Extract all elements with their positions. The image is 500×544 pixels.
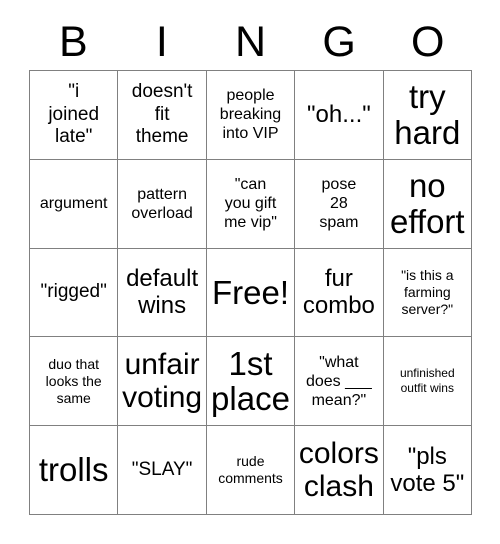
bingo-cell-b5[interactable]: trolls [30, 426, 119, 515]
bingo-cell-b3[interactable]: "rigged" [30, 248, 119, 338]
bingo-cell-i3[interactable]: default wins [118, 248, 207, 338]
bingo-cell-text: rude comments [218, 453, 283, 487]
bingo-cell-i2[interactable]: pattern overload [118, 159, 207, 249]
bingo-cell-n4[interactable]: 1st place [206, 337, 296, 427]
bingo-cell-o5[interactable]: "pls vote 5" [383, 426, 472, 515]
bingo-cell-b2[interactable]: argument [30, 159, 119, 249]
bingo-cell-text: default wins [126, 265, 199, 320]
bingo-cell-text: duo that looks the same [45, 355, 102, 406]
bingo-cell-g3[interactable]: fur combo [295, 248, 384, 338]
bingo-header-letter-o: O [410, 17, 445, 66]
bingo-cell-text: "rigged" [40, 281, 107, 303]
bingo-cell-o2[interactable]: no effort [383, 159, 472, 249]
bingo-cell-text: unfair voting [122, 348, 203, 415]
bingo-cell-text: "pls vote 5" [390, 442, 465, 498]
bingo-cell-o3[interactable]: "is this a farming server?" [383, 248, 472, 338]
bingo-cell-i4[interactable]: unfair voting [118, 337, 207, 427]
bingo-header-letter-i: I [155, 17, 168, 66]
bingo-cell-free-space[interactable]: Free! [206, 248, 296, 338]
bingo-cell-g4[interactable]: "what does ___ mean?" [295, 337, 384, 427]
bingo-header-row: B I N G O [29, 14, 472, 70]
bingo-cell-text: pattern overload [131, 185, 193, 222]
bingo-cell-g2[interactable]: pose 28 spam [295, 159, 384, 249]
bingo-cell-i1[interactable]: doesn't fit theme [118, 71, 207, 160]
bingo-cell-text: "is this a farming server?" [401, 266, 454, 318]
bingo-cell-g5[interactable]: colors clash [295, 426, 384, 515]
bingo-cell-o1[interactable]: try hard [383, 71, 472, 160]
bingo-cell-i5[interactable]: "SLAY" [118, 426, 207, 515]
bingo-cell-text: "SLAY" [131, 458, 193, 480]
bingo-cell-text: doesn't fit theme [131, 81, 193, 148]
bingo-cell-b4[interactable]: duo that looks the same [30, 337, 119, 427]
bingo-cell-text: no effort [389, 167, 465, 240]
bingo-cell-n2[interactable]: "can you gift me vip" [206, 159, 296, 249]
bingo-cell-text: 1st place [211, 344, 290, 418]
bingo-cell-text: "oh..." [307, 101, 371, 129]
bingo-cell-text: "i joined late" [48, 81, 100, 148]
bingo-cell-text: fur combo [302, 265, 375, 320]
bingo-free-space-label: Free! [211, 273, 289, 311]
bingo-cell-text: argument [39, 195, 108, 213]
bingo-cell-text: colors clash [298, 437, 379, 504]
bingo-cell-text: try hard [394, 78, 461, 151]
bingo-cell-b1[interactable]: "i joined late" [30, 71, 119, 160]
bingo-cell-n1[interactable]: people breaking into VIP [206, 71, 296, 160]
bingo-grid: "i joined late" doesn't fit theme people… [29, 70, 472, 515]
bingo-cell-text: "what does ___ mean?" [305, 353, 372, 409]
bingo-header-letter-g: G [322, 17, 356, 66]
bingo-cell-text: people breaking into VIP [219, 87, 282, 143]
bingo-header-letter-n: N [234, 17, 267, 66]
bingo-cell-text: trolls [38, 451, 109, 489]
bingo-cell-text: "can you gift me vip" [224, 175, 277, 232]
bingo-cell-text: unfinished outfit wins [399, 366, 455, 396]
bingo-cell-text: pose 28 spam [319, 175, 359, 232]
bingo-cell-g1[interactable]: "oh..." [295, 71, 384, 160]
bingo-cell-n5[interactable]: rude comments [206, 426, 296, 515]
bingo-header-letter-b: B [58, 17, 88, 66]
bingo-card: B I N G O "i joined late" doesn't fit th… [0, 0, 500, 544]
bingo-cell-o4[interactable]: unfinished outfit wins [383, 337, 472, 427]
